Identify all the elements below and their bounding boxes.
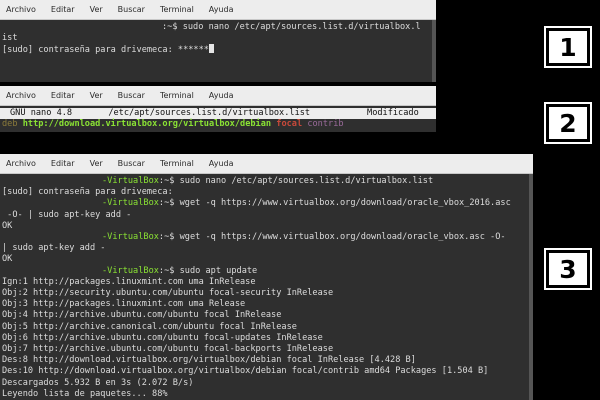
nano-title-bar: GNU nano 4.8 /etc/apt/sources.list.d/vir… xyxy=(0,108,436,119)
line-text: Obj:5 http://archive.canonical.com/ubunt… xyxy=(2,321,297,332)
terminal-line: [sudo] contraseña para drivemeca: ****** xyxy=(2,44,434,56)
terminal-line: -VirtualBox:~$ sudo nano /etc/apt/source… xyxy=(2,176,531,187)
menu-editar[interactable]: Editar xyxy=(51,91,75,100)
terminal-line: [sudo] contraseña para drivemeca: xyxy=(2,187,531,198)
line-text: | sudo apt-key add - xyxy=(2,243,106,254)
line-text: Des:10 http://download.virtualbox.org/vi… xyxy=(2,366,489,377)
menu-terminal[interactable]: Terminal xyxy=(160,5,194,14)
nano-filename: /etc/apt/sources.list.d/virtualbox.list xyxy=(108,108,311,118)
menu-bar: Archivo Editar Ver Buscar Terminal Ayuda xyxy=(0,0,436,20)
menu-editar[interactable]: Editar xyxy=(51,159,75,168)
terminal-line: -VirtualBox:~$ wget -q https://www.virtu… xyxy=(2,198,531,209)
terminal-line: | sudo apt-key add - xyxy=(2,243,531,254)
line-text: Obj:4 http://archive.ubuntu.com/ubuntu f… xyxy=(2,310,282,321)
terminal-line: :~$ sudo nano /etc/apt/sources.list.d/vi… xyxy=(162,22,421,32)
deb-component: contrib xyxy=(307,119,344,129)
menu-bar: Archivo Editar Ver Buscar Terminal Ayuda xyxy=(0,86,436,106)
cursor-icon xyxy=(208,44,214,54)
prompt-host: -VirtualBox xyxy=(102,198,159,209)
menu-ver[interactable]: Ver xyxy=(90,159,103,168)
deb-distribution: focal xyxy=(276,119,303,129)
terminal-line: -VirtualBox:~$ wget -q https://www.virtu… xyxy=(2,232,531,243)
line-text: OK xyxy=(2,254,13,265)
line-text: :~$ sudo nano /etc/apt/sources.list.d/vi… xyxy=(158,176,434,186)
menu-ver[interactable]: Ver xyxy=(90,5,103,14)
line-text: [sudo] contraseña para drivemeca: xyxy=(2,187,173,198)
line-text: Obj:2 http://security.ubuntu.com/ubuntu … xyxy=(2,288,334,299)
terminal-window-2: Archivo Editar Ver Buscar Terminal Ayuda… xyxy=(0,86,436,132)
terminal-line: -O- | sudo apt-key add - xyxy=(2,210,531,221)
terminal-line: Descargados 5.932 B en 3s (2.072 B/s) xyxy=(2,378,531,389)
terminal-line: Des:8 http://download.virtualbox.org/vir… xyxy=(2,355,531,366)
line-text: Ign:1 http://packages.linuxmint.com uma … xyxy=(2,276,256,287)
menu-ver[interactable]: Ver xyxy=(90,91,103,100)
terminal-line: ist xyxy=(2,33,18,44)
menu-archivo[interactable]: Archivo xyxy=(6,159,36,168)
terminal-line: Obj:7 http://archive.ubuntu.com/ubuntu f… xyxy=(2,344,531,355)
menu-ayuda[interactable]: Ayuda xyxy=(209,159,234,168)
menu-ayuda[interactable]: Ayuda xyxy=(209,5,234,14)
terminal-line: OK xyxy=(2,254,531,265)
menu-archivo[interactable]: Archivo xyxy=(6,91,36,100)
terminal-window-1: Archivo Editar Ver Buscar Terminal Ayuda… xyxy=(0,0,436,82)
prompt-host: -VirtualBox xyxy=(102,176,159,186)
deb-url: http://download.virtualbox.org/virtualbo… xyxy=(22,119,272,129)
nano-version: GNU nano 4.8 xyxy=(10,108,73,118)
menu-buscar[interactable]: Buscar xyxy=(118,5,145,14)
line-text: OK xyxy=(2,220,13,231)
line-text: Obj:7 http://archive.ubuntu.com/ubuntu f… xyxy=(2,344,334,355)
line-text: Descargados 5.932 B en 3s (2.072 B/s) xyxy=(2,377,194,388)
terminal-line: Des:10 http://download.virtualbox.org/vi… xyxy=(2,366,531,377)
menu-terminal[interactable]: Terminal xyxy=(160,91,194,100)
terminal-line: Obj:3 http://packages.linuxmint.com uma … xyxy=(2,299,531,310)
line-text: :~$ wget -q https://www.virtualbox.org/d… xyxy=(158,198,511,209)
terminal-line: Obj:2 http://security.ubuntu.com/ubuntu … xyxy=(2,288,531,299)
terminal-line: -VirtualBox:~$ sudo apt update xyxy=(2,266,531,277)
line-text: :~$ wget -q https://www.virtualbox.org/d… xyxy=(158,232,506,243)
terminal-line: Ign:1 http://packages.linuxmint.com uma … xyxy=(2,277,531,288)
menu-ayuda[interactable]: Ayuda xyxy=(209,91,234,100)
terminal-line: OK xyxy=(2,221,531,232)
terminal-line: Obj:5 http://archive.canonical.com/ubunt… xyxy=(2,322,531,333)
line-text: -O- | sudo apt-key add - xyxy=(2,209,132,220)
terminal-window-3: Archivo Editar Ver Buscar Terminal Ayuda… xyxy=(0,154,533,400)
line-text: :~$ sudo apt update xyxy=(158,265,258,276)
terminal-output[interactable]: -VirtualBox:~$ sudo nano /etc/apt/source… xyxy=(0,174,533,400)
menu-archivo[interactable]: Archivo xyxy=(6,5,36,14)
terminal-line: Leyendo lista de paquetes... 88% xyxy=(2,389,531,400)
step-badge-2: 2 xyxy=(544,102,592,144)
prompt-host: -VirtualBox xyxy=(102,265,159,276)
step-badge-1: 1 xyxy=(544,26,592,68)
prompt-host: -VirtualBox xyxy=(102,232,159,243)
menu-bar: Archivo Editar Ver Buscar Terminal Ayuda xyxy=(0,154,533,174)
terminal-line: Obj:4 http://archive.ubuntu.com/ubuntu f… xyxy=(2,310,531,321)
scrollbar[interactable] xyxy=(432,20,436,82)
step-badge-3: 3 xyxy=(544,248,592,290)
terminal-output[interactable]: :~$ sudo nano /etc/apt/sources.list.d/vi… xyxy=(0,20,436,57)
terminal-line: Obj:6 http://archive.ubuntu.com/ubuntu f… xyxy=(2,333,531,344)
nano-status: Modificado xyxy=(367,108,419,118)
line-text: Des:8 http://download.virtualbox.org/vir… xyxy=(2,355,416,366)
sources-entry[interactable]: deb http://download.virtualbox.org/virtu… xyxy=(0,119,436,130)
scrollbar[interactable] xyxy=(529,174,533,400)
line-text: Obj:6 http://archive.ubuntu.com/ubuntu f… xyxy=(2,332,323,343)
menu-buscar[interactable]: Buscar xyxy=(118,159,145,168)
line-text: Leyendo lista de paquetes... 88% xyxy=(2,388,168,399)
menu-terminal[interactable]: Terminal xyxy=(160,159,194,168)
menu-editar[interactable]: Editar xyxy=(51,5,75,14)
menu-buscar[interactable]: Buscar xyxy=(118,91,145,100)
line-text: Obj:3 http://packages.linuxmint.com uma … xyxy=(2,299,246,310)
deb-keyword: deb xyxy=(2,119,18,129)
